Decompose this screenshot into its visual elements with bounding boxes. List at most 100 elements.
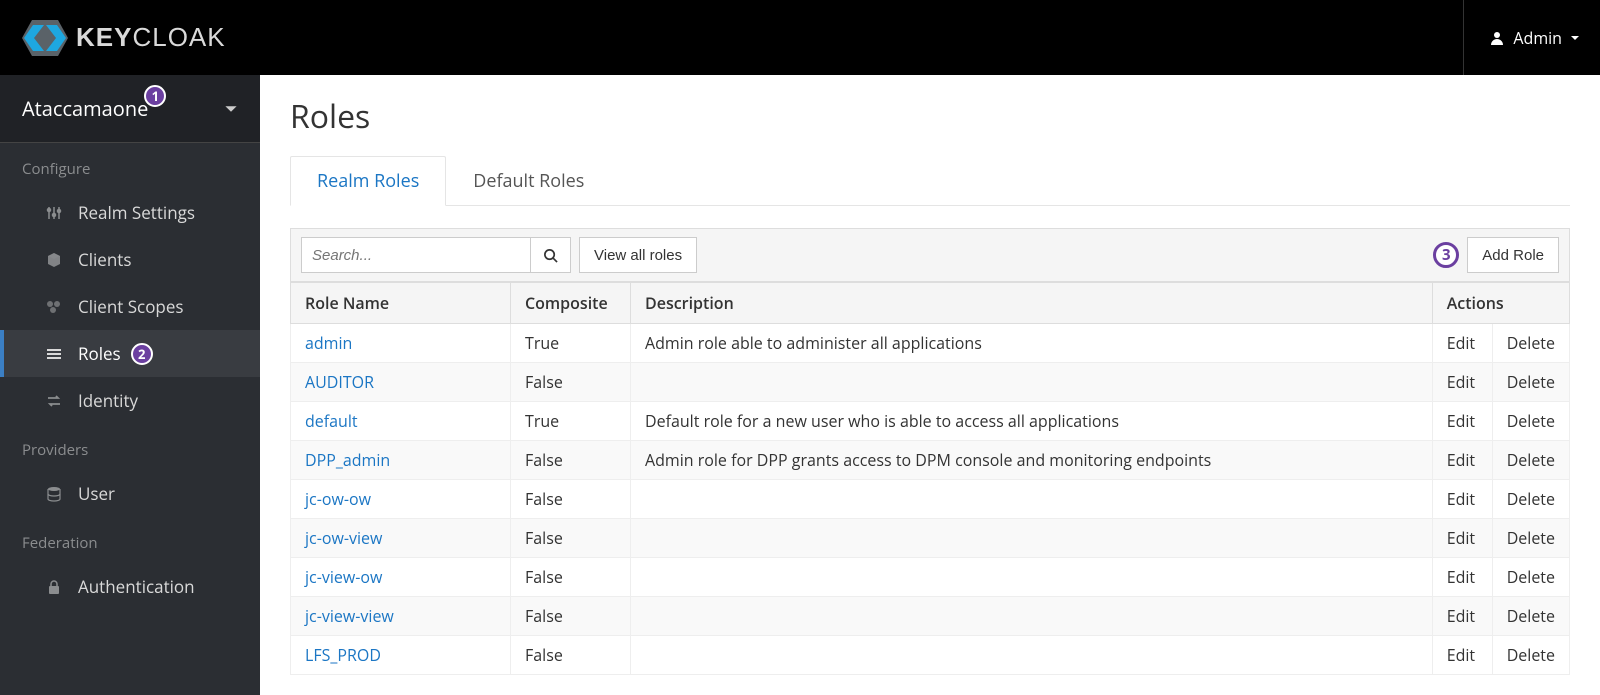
edit-action[interactable]: Edit: [1432, 441, 1492, 480]
delete-action[interactable]: Delete: [1492, 441, 1569, 480]
section-header-federation: Federation: [0, 517, 260, 563]
role-link[interactable]: jc-ow-view: [305, 527, 382, 549]
role-link[interactable]: LFS_PROD: [305, 644, 381, 666]
col-header-name: Role Name: [291, 283, 511, 324]
realm-selector[interactable]: Ataccamaone 1: [0, 75, 260, 143]
section-header-configure: Configure: [0, 143, 260, 189]
edit-action[interactable]: Edit: [1432, 636, 1492, 675]
sidebar-item-user[interactable]: User: [0, 470, 260, 517]
sidebar-item-roles[interactable]: Roles 2: [0, 330, 260, 377]
keycloak-logo-icon: [20, 18, 70, 58]
role-description: [631, 636, 1433, 675]
role-composite: True: [511, 402, 631, 441]
delete-action[interactable]: Delete: [1492, 636, 1569, 675]
database-icon: [44, 486, 64, 502]
table-row: DPP_adminFalseAdmin role for DPP grants …: [291, 441, 1570, 480]
user-name: Admin: [1513, 27, 1562, 49]
toolbar: View all roles 3 Add Role: [290, 228, 1570, 282]
cube-icon: [44, 252, 64, 268]
role-composite: False: [511, 636, 631, 675]
roles-table: Role Name Composite Description Actions …: [290, 282, 1570, 675]
delete-action[interactable]: Delete: [1492, 480, 1569, 519]
delete-action[interactable]: Delete: [1492, 519, 1569, 558]
chevron-down-icon: [224, 102, 238, 116]
annotation-badge-3: 3: [1433, 242, 1459, 268]
sidebar-item-identity[interactable]: Identity: [0, 377, 260, 424]
list-icon: [44, 346, 64, 362]
col-header-composite: Composite: [511, 283, 631, 324]
annotation-badge-2: 2: [131, 343, 153, 365]
realm-name: Ataccamaone: [22, 95, 148, 122]
sidebar-item-label: Identity: [78, 389, 138, 412]
delete-action[interactable]: Delete: [1492, 597, 1569, 636]
sidebar-item-label: Clients: [78, 248, 131, 271]
scopes-icon: [44, 299, 64, 315]
table-row: jc-ow-view False EditDelete: [291, 519, 1570, 558]
chevron-down-icon: [1570, 33, 1580, 43]
edit-action[interactable]: Edit: [1432, 363, 1492, 402]
role-description: [631, 519, 1433, 558]
search-button[interactable]: [531, 237, 571, 273]
edit-action[interactable]: Edit: [1432, 597, 1492, 636]
role-link[interactable]: jc-view-ow: [305, 566, 382, 588]
annotation-badge-1: 1: [144, 85, 166, 107]
table-row: jc-view-view False EditDelete: [291, 597, 1570, 636]
role-description: [631, 480, 1433, 519]
edit-action[interactable]: Edit: [1432, 402, 1492, 441]
delete-action[interactable]: Delete: [1492, 324, 1569, 363]
role-composite: False: [511, 363, 631, 402]
delete-action[interactable]: Delete: [1492, 363, 1569, 402]
edit-action[interactable]: Edit: [1432, 558, 1492, 597]
role-composite: False: [511, 597, 631, 636]
role-link[interactable]: default: [305, 410, 358, 432]
sidebar-item-label: Realm Settings: [78, 201, 195, 224]
role-composite: False: [511, 519, 631, 558]
role-link[interactable]: admin: [305, 332, 352, 354]
sidebar-item-clients[interactable]: Clients: [0, 236, 260, 283]
sliders-icon: [44, 205, 64, 221]
role-link[interactable]: AUDITOR: [305, 371, 374, 393]
search-input[interactable]: [301, 237, 531, 273]
role-link[interactable]: jc-view-view: [305, 605, 394, 627]
delete-action[interactable]: Delete: [1492, 402, 1569, 441]
lock-icon: [44, 579, 64, 595]
table-row: jc-view-ow False EditDelete: [291, 558, 1570, 597]
tabs: Realm Roles Default Roles: [290, 156, 1570, 206]
view-all-roles-button[interactable]: View all roles: [579, 237, 697, 273]
add-role-button[interactable]: Add Role: [1467, 237, 1559, 273]
table-row: AUDITOR False EditDelete: [291, 363, 1570, 402]
search-icon: [543, 248, 558, 263]
sidebar-item-realm-settings[interactable]: Realm Settings: [0, 189, 260, 236]
role-composite: False: [511, 558, 631, 597]
exchange-icon: [44, 393, 64, 409]
role-composite: False: [511, 480, 631, 519]
sidebar-item-label: User: [78, 482, 115, 505]
table-row: admin TrueAdmin role able to administer a…: [291, 324, 1570, 363]
sidebar-item-label: Authentication: [78, 575, 195, 598]
edit-action[interactable]: Edit: [1432, 519, 1492, 558]
role-description: [631, 597, 1433, 636]
delete-action[interactable]: Delete: [1492, 558, 1569, 597]
topbar: KEYCLOAK Admin: [0, 0, 1600, 75]
role-description: [631, 558, 1433, 597]
tab-default-roles[interactable]: Default Roles: [446, 156, 611, 206]
page-title: Roles: [290, 95, 1570, 138]
col-header-actions: Actions: [1432, 283, 1569, 324]
section-header-providers: Providers: [0, 424, 260, 470]
tab-realm-roles[interactable]: Realm Roles: [290, 156, 446, 206]
user-icon: [1489, 30, 1505, 46]
role-link[interactable]: jc-ow-ow: [305, 488, 371, 510]
role-description: Admin role able to administer all applic…: [631, 324, 1433, 363]
logo-text: KEYCLOAK: [76, 22, 226, 53]
sidebar-item-label: Client Scopes: [78, 295, 183, 318]
user-menu[interactable]: Admin: [1463, 0, 1580, 75]
role-composite: True: [511, 324, 631, 363]
edit-action[interactable]: Edit: [1432, 480, 1492, 519]
role-description: Admin role for DPP grants access to DPM …: [631, 441, 1433, 480]
sidebar-item-authentication[interactable]: Authentication: [0, 563, 260, 610]
logo[interactable]: KEYCLOAK: [20, 18, 226, 58]
role-description: Default role for a new user who is able …: [631, 402, 1433, 441]
role-link[interactable]: DPP_admin: [305, 449, 390, 471]
sidebar-item-client-scopes[interactable]: Client Scopes: [0, 283, 260, 330]
edit-action[interactable]: Edit: [1432, 324, 1492, 363]
